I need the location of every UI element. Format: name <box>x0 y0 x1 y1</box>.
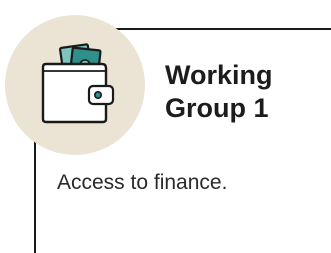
card-title: Working Group 1 <box>165 59 325 125</box>
working-group-card: Working Group 1 Access to finance. <box>0 0 331 253</box>
icon-badge <box>5 15 145 155</box>
card-title-line-1: Working <box>165 60 273 90</box>
card-title-line-2: Group 1 <box>165 93 269 123</box>
card-description: Access to finance. <box>57 171 228 194</box>
wallet-icon <box>41 43 115 124</box>
